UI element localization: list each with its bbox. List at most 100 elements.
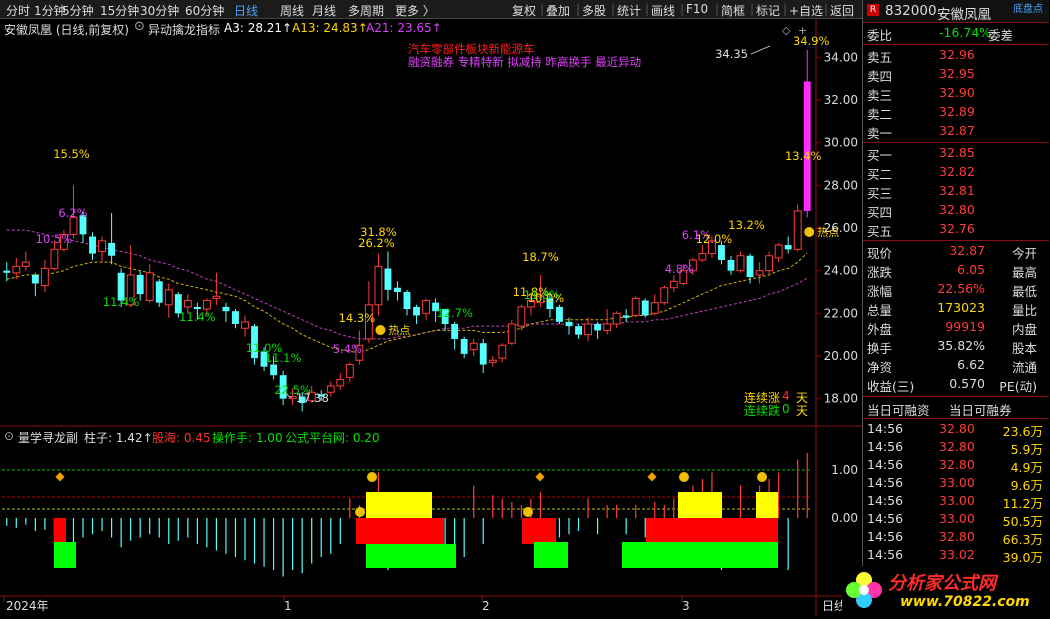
- period-tab-8[interactable]: 月线: [312, 2, 336, 19]
- tick-row: 14:56 33.02 39.0万: [863, 546, 1049, 565]
- period-tab-6[interactable]: 日线: [234, 2, 258, 19]
- news-tags[interactable]: 融资融券 专精特新 拟减持 昨高换手 最近异动: [408, 54, 641, 70]
- toolbar-button-0[interactable]: 复权: [512, 2, 536, 19]
- period-tab-0[interactable]: 分时: [6, 2, 30, 19]
- tab-margin-short[interactable]: 当日可融券: [949, 400, 1012, 419]
- sub-block: [534, 542, 568, 568]
- ask-row: 卖二 32.89: [863, 103, 1049, 122]
- candle-body: [193, 306, 201, 310]
- toolbar-button-6[interactable]: 简框: [721, 2, 745, 19]
- pct-label: 11.1%: [265, 351, 302, 365]
- candle-body: [556, 306, 563, 322]
- chassis-tag[interactable]: 底盘点: [1013, 0, 1043, 15]
- candle-body: [403, 292, 411, 310]
- period-tab-2[interactable]: 5分钟: [62, 2, 94, 19]
- pct-label: 10.5%: [36, 232, 73, 246]
- ask-price: 32.87: [939, 123, 975, 138]
- tick-time: 14:56: [867, 457, 904, 472]
- bid-price: 32.81: [939, 183, 975, 198]
- candle-body: [183, 300, 192, 308]
- sub-zhuzi: 柱子: 1.42↑: [84, 431, 153, 445]
- candle-body: [12, 265, 21, 274]
- candle-body: [584, 323, 592, 336]
- pct-label: 6.2%: [58, 206, 87, 220]
- tick-price: 33.02: [939, 547, 975, 562]
- period-tab-5[interactable]: 60分钟: [185, 2, 224, 19]
- stat-right-label: 最高: [1011, 265, 1037, 280]
- period-tab-7[interactable]: 周线: [280, 2, 304, 19]
- tick-price: 32.80: [939, 457, 975, 472]
- yaxis-label: 24.00: [824, 264, 858, 278]
- stat-row: 现价 32.87 今开: [863, 242, 1049, 261]
- indicator-name[interactable]: 异动擒龙指标: [148, 21, 220, 38]
- period-tab-10[interactable]: 更多 〉: [395, 2, 435, 19]
- toolbar-button-1[interactable]: 叠加: [546, 2, 570, 19]
- ask-row: 卖一 32.87: [863, 122, 1049, 141]
- candle-body: [31, 274, 39, 284]
- main-title: 安徽凤凰 (日线,前复权): [4, 23, 129, 37]
- money-bag-icon: [679, 472, 689, 482]
- stat-label: 净资: [867, 360, 893, 375]
- candle-body: [155, 281, 163, 303]
- candle-body: [603, 323, 612, 331]
- period-tab-3[interactable]: 15分钟: [100, 2, 139, 19]
- candle-body: [736, 255, 745, 272]
- toolbar-button-4[interactable]: 画线: [651, 2, 675, 19]
- sub-title[interactable]: 量学寻龙副: [18, 429, 78, 446]
- bid-price: 32.80: [939, 202, 975, 217]
- period-tab-1[interactable]: 1分钟: [34, 2, 66, 19]
- toolbar-button-3[interactable]: 统计: [617, 2, 641, 19]
- tick-time: 14:56: [867, 547, 904, 562]
- pct-label: 13.4%: [785, 149, 822, 163]
- sub-toggle-icon[interactable]: ⊙: [4, 429, 14, 443]
- candle-body: [413, 306, 420, 316]
- bid-label: 买一: [867, 148, 893, 163]
- candle-body: [755, 270, 764, 276]
- candle-body: [517, 306, 526, 327]
- candle-body: [374, 265, 383, 306]
- tick-row: 14:56 33.00 50.5万: [863, 510, 1049, 529]
- sub-block: [54, 542, 76, 568]
- stat-right-label: 今开: [1011, 246, 1037, 261]
- candle-body: [718, 245, 725, 260]
- ask-price: 32.89: [939, 104, 975, 119]
- toolbar-divider: |: [680, 2, 685, 16]
- candle-body: [698, 253, 707, 261]
- yaxis-label: 34.00: [824, 50, 858, 64]
- tab-margin-finance[interactable]: 当日可融资: [867, 400, 930, 419]
- candle-body: [394, 287, 401, 292]
- period-tab-4[interactable]: 30分钟: [140, 2, 179, 19]
- toolbar-button-8[interactable]: +自选: [789, 2, 823, 19]
- main-title-row: 安徽凤凰 (日线,前复权): [4, 21, 129, 38]
- sub-block: [356, 518, 444, 544]
- yaxis-label: 32.00: [824, 93, 858, 107]
- stat-value: 0.570: [949, 376, 985, 391]
- tick-price: 33.00: [939, 475, 975, 490]
- candle-body: [469, 342, 478, 351]
- period-tab-9[interactable]: 多周期: [348, 2, 384, 19]
- ask-label: 卖一: [867, 126, 893, 141]
- stat-value: 22.56%: [937, 281, 985, 296]
- bid-price: 32.85: [939, 145, 975, 160]
- bid-row: 买五 32.76: [863, 220, 1049, 239]
- pct-label: 5.4%: [333, 342, 362, 356]
- candle-body: [594, 324, 602, 331]
- pct-label: 18.7%: [522, 250, 559, 264]
- kline-chart[interactable]: 34.0032.0030.0028.0026.0024.0022.0020.00…: [0, 18, 862, 616]
- bid-label: 买三: [867, 186, 893, 201]
- toolbar-button-9[interactable]: 返回: [830, 2, 854, 19]
- pct-label: 11.4%: [103, 295, 140, 309]
- stat-right-label: 量比: [1011, 303, 1037, 318]
- streak-down-day: 天: [796, 404, 809, 418]
- money-bag-icon: [367, 472, 377, 482]
- toolbar-button-7[interactable]: 标记: [756, 2, 780, 19]
- toolbar-button-2[interactable]: 多股: [582, 2, 606, 19]
- indicator-toggle-icon[interactable]: ⊙: [134, 19, 145, 34]
- candle-body: [575, 326, 582, 335]
- toolbar-button-5[interactable]: F10: [686, 2, 708, 16]
- stat-value: 173023: [937, 300, 985, 315]
- margin-tabs[interactable]: 当日可融资 当日可融券: [863, 399, 1049, 418]
- yaxis-label: 30.00: [824, 136, 858, 150]
- pct-label: 14.3%: [339, 311, 376, 325]
- hot-label: 热点: [388, 324, 410, 337]
